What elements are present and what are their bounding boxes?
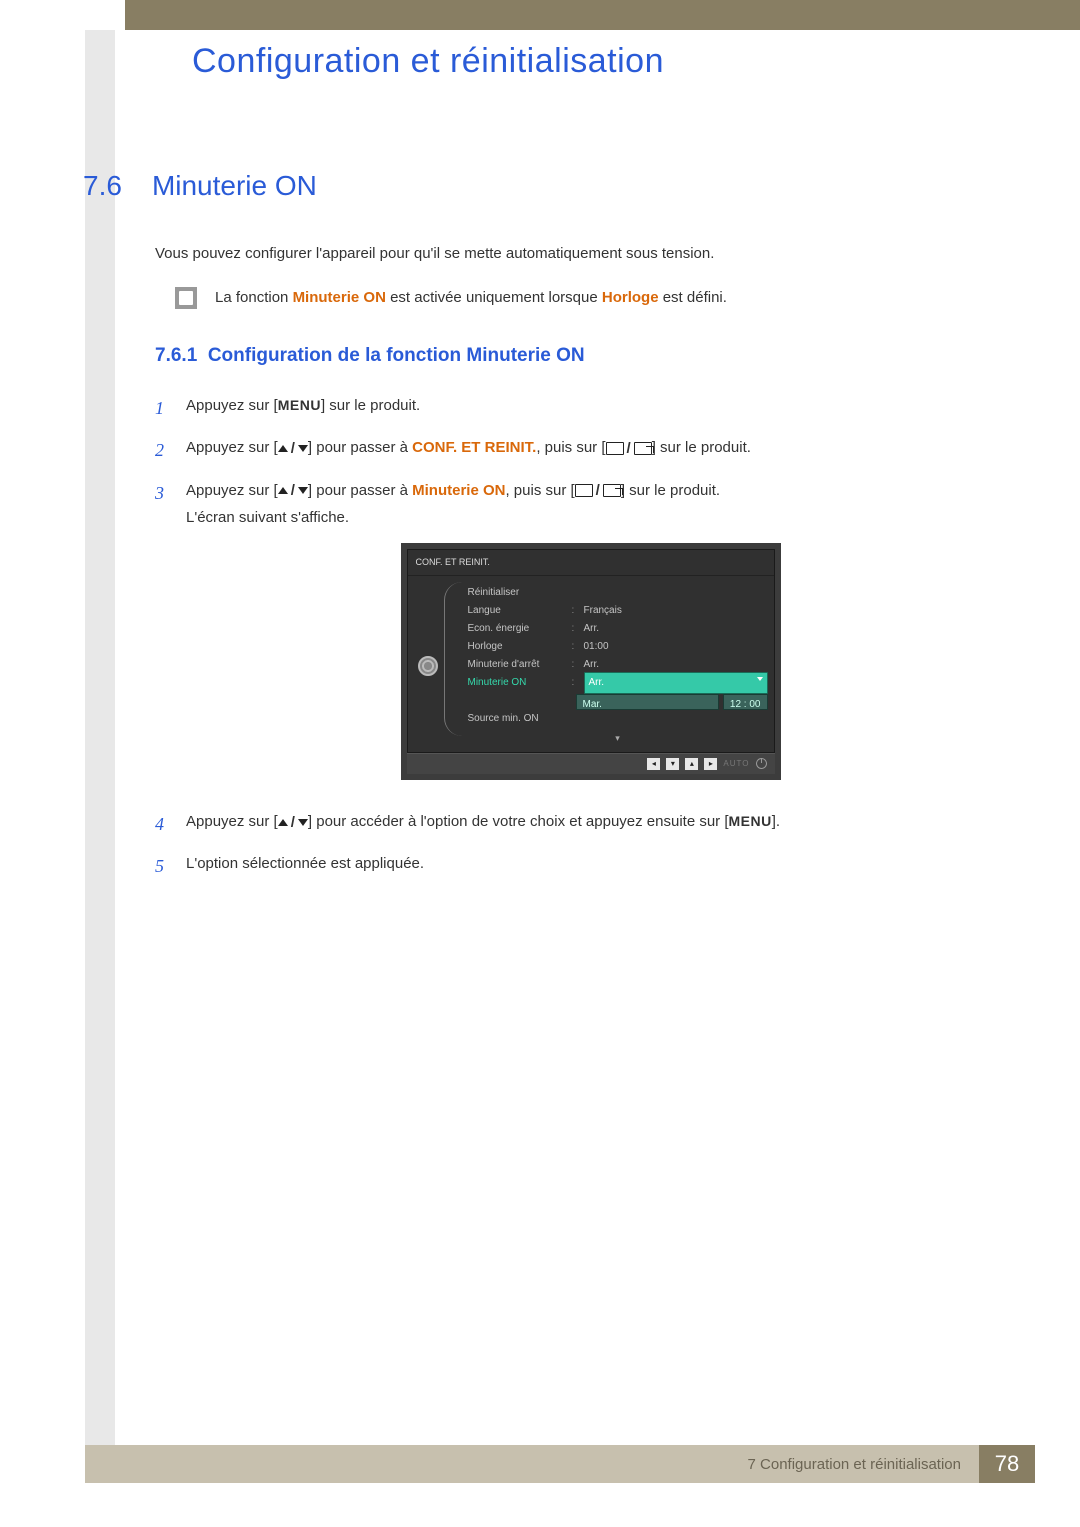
note-text-part: La fonction	[215, 289, 293, 306]
menu-button-label: MENU	[278, 397, 321, 413]
step-item: 4 Appuyez sur [/] pour accéder à l'optio…	[155, 808, 995, 840]
text-part: Appuyez sur [	[186, 813, 278, 830]
highlight: CONF. ET REINIT.	[412, 439, 536, 456]
up-down-icon: /	[278, 809, 308, 836]
osd-item-value: Arr.	[584, 620, 768, 638]
section-header: 7.6 Minuterie ON	[83, 170, 995, 202]
text-part: ] pour passer à	[308, 439, 412, 456]
osd-sub-time: 12 : 00	[723, 694, 768, 710]
power-icon	[756, 758, 767, 769]
step-list: 1 Appuyez sur [MENU] sur le produit. 2 A…	[155, 392, 995, 883]
osd-item-value: Arr.	[584, 656, 768, 674]
osd-title: CONF. ET REINIT.	[408, 550, 774, 575]
chapter-title: Configuration et réinitialisation	[192, 42, 664, 81]
osd-nav-down-icon: ▾	[666, 758, 679, 770]
osd-nav-up-icon: ▴	[685, 758, 698, 770]
note-text: La fonction Minuterie ON est activée uni…	[215, 286, 727, 310]
osd-dropdown-value: Arr.	[589, 677, 605, 688]
osd-screenshot: CONF. ET REINIT. Réinitialiser Langue:Fr…	[401, 543, 781, 780]
subsection-header: 7.6.1 Configuration de la fonction Minut…	[155, 345, 995, 367]
text-part: ] sur le produit.	[621, 482, 720, 499]
page-content: 7.6 Minuterie ON Vous pouvez configurer …	[155, 170, 995, 893]
text-part: ].	[772, 813, 780, 830]
footer-page-number: 78	[979, 1445, 1035, 1483]
text-part: ] sur le produit.	[321, 397, 420, 414]
osd-item-label: Horloge	[468, 638, 568, 656]
osd-sub-day: Mar.	[576, 694, 719, 710]
osd-item-label: Source min. ON	[468, 710, 568, 728]
step-number: 4	[155, 808, 171, 840]
osd-dropdown-selected: Arr.	[584, 672, 768, 694]
source-enter-icon: /	[575, 477, 621, 504]
step-number: 3	[155, 477, 171, 509]
chevron-down-icon	[757, 677, 763, 681]
top-tab-bar	[85, 0, 1080, 30]
text-part: ] sur le produit.	[652, 439, 751, 456]
osd-item-label: Econ. énergie	[468, 620, 568, 638]
note-highlight: Minuterie ON	[293, 289, 386, 306]
text-part: , puis sur [	[505, 482, 574, 499]
text-part: Appuyez sur [	[186, 439, 278, 456]
text-part: L'écran suivant s'affiche.	[186, 509, 349, 526]
step-item: 2 Appuyez sur [/] pour passer à CONF. ET…	[155, 434, 995, 466]
section-title: Minuterie ON	[152, 170, 317, 202]
step-text: Appuyez sur [/] pour passer à CONF. ET R…	[186, 434, 995, 462]
step-item: 3 Appuyez sur [/] pour passer à Minuteri…	[155, 477, 995, 798]
step-number: 2	[155, 434, 171, 466]
osd-more-arrow-icon: ▾	[468, 728, 768, 748]
note-icon	[175, 287, 197, 309]
note-text-part: est défini.	[659, 289, 727, 306]
osd-item-value: 01:00	[584, 638, 768, 656]
text-part: , puis sur [	[536, 439, 605, 456]
highlight: Minuterie ON	[412, 482, 505, 499]
note-highlight: Horloge	[602, 289, 659, 306]
step-number: 1	[155, 392, 171, 424]
text-part: ] pour passer à	[308, 482, 412, 499]
subsection-number: 7.6.1	[155, 345, 197, 366]
step-item: 5 L'option sélectionnée est appliquée.	[155, 850, 995, 882]
step-text: Appuyez sur [MENU] sur le produit.	[186, 392, 995, 419]
menu-button-label: MENU	[729, 813, 772, 829]
section-number: 7.6	[83, 170, 122, 202]
gear-icon	[418, 656, 438, 676]
osd-nav-left-icon: ◂	[647, 758, 660, 770]
osd-auto-label: AUTO	[723, 757, 749, 771]
up-down-icon: /	[278, 477, 308, 504]
osd-nav-right-icon: ▸	[704, 758, 717, 770]
osd-item-label: Réinitialiser	[468, 584, 568, 602]
step-text: L'option sélectionnée est appliquée.	[186, 850, 995, 877]
section-intro: Vous pouvez configurer l'appareil pour q…	[155, 242, 995, 266]
text-part: Appuyez sur [	[186, 482, 278, 499]
left-sidebar-strip	[85, 30, 115, 1445]
source-enter-icon: /	[606, 435, 652, 462]
osd-item-label: Langue	[468, 602, 568, 620]
step-text: Appuyez sur [/] pour accéder à l'option …	[186, 808, 995, 836]
text-part: Appuyez sur [	[186, 397, 278, 414]
step-text: Appuyez sur [/] pour passer à Minuterie …	[186, 477, 995, 798]
note-text-part: est activée uniquement lorsque	[386, 289, 602, 306]
osd-item-label: Minuterie d'arrêt	[468, 656, 568, 674]
note-row: La fonction Minuterie ON est activée uni…	[175, 286, 995, 310]
osd-footer-buttons: ◂ ▾ ▴ ▸ AUTO	[407, 753, 775, 774]
page-footer: 7 Configuration et réinitialisation 78	[85, 1445, 1035, 1483]
up-down-icon: /	[278, 435, 308, 462]
osd-item-label-active: Minuterie ON	[468, 674, 568, 692]
osd-item-value: Français	[584, 602, 768, 620]
tab-notch	[85, 0, 125, 30]
step-number: 5	[155, 850, 171, 882]
subsection-title: Configuration de la fonction Minuterie O…	[208, 345, 585, 366]
text-part: ] pour accéder à l'option de votre choix…	[308, 813, 729, 830]
step-item: 1 Appuyez sur [MENU] sur le produit.	[155, 392, 995, 424]
footer-chapter-label: 7 Configuration et réinitialisation	[748, 1456, 961, 1473]
